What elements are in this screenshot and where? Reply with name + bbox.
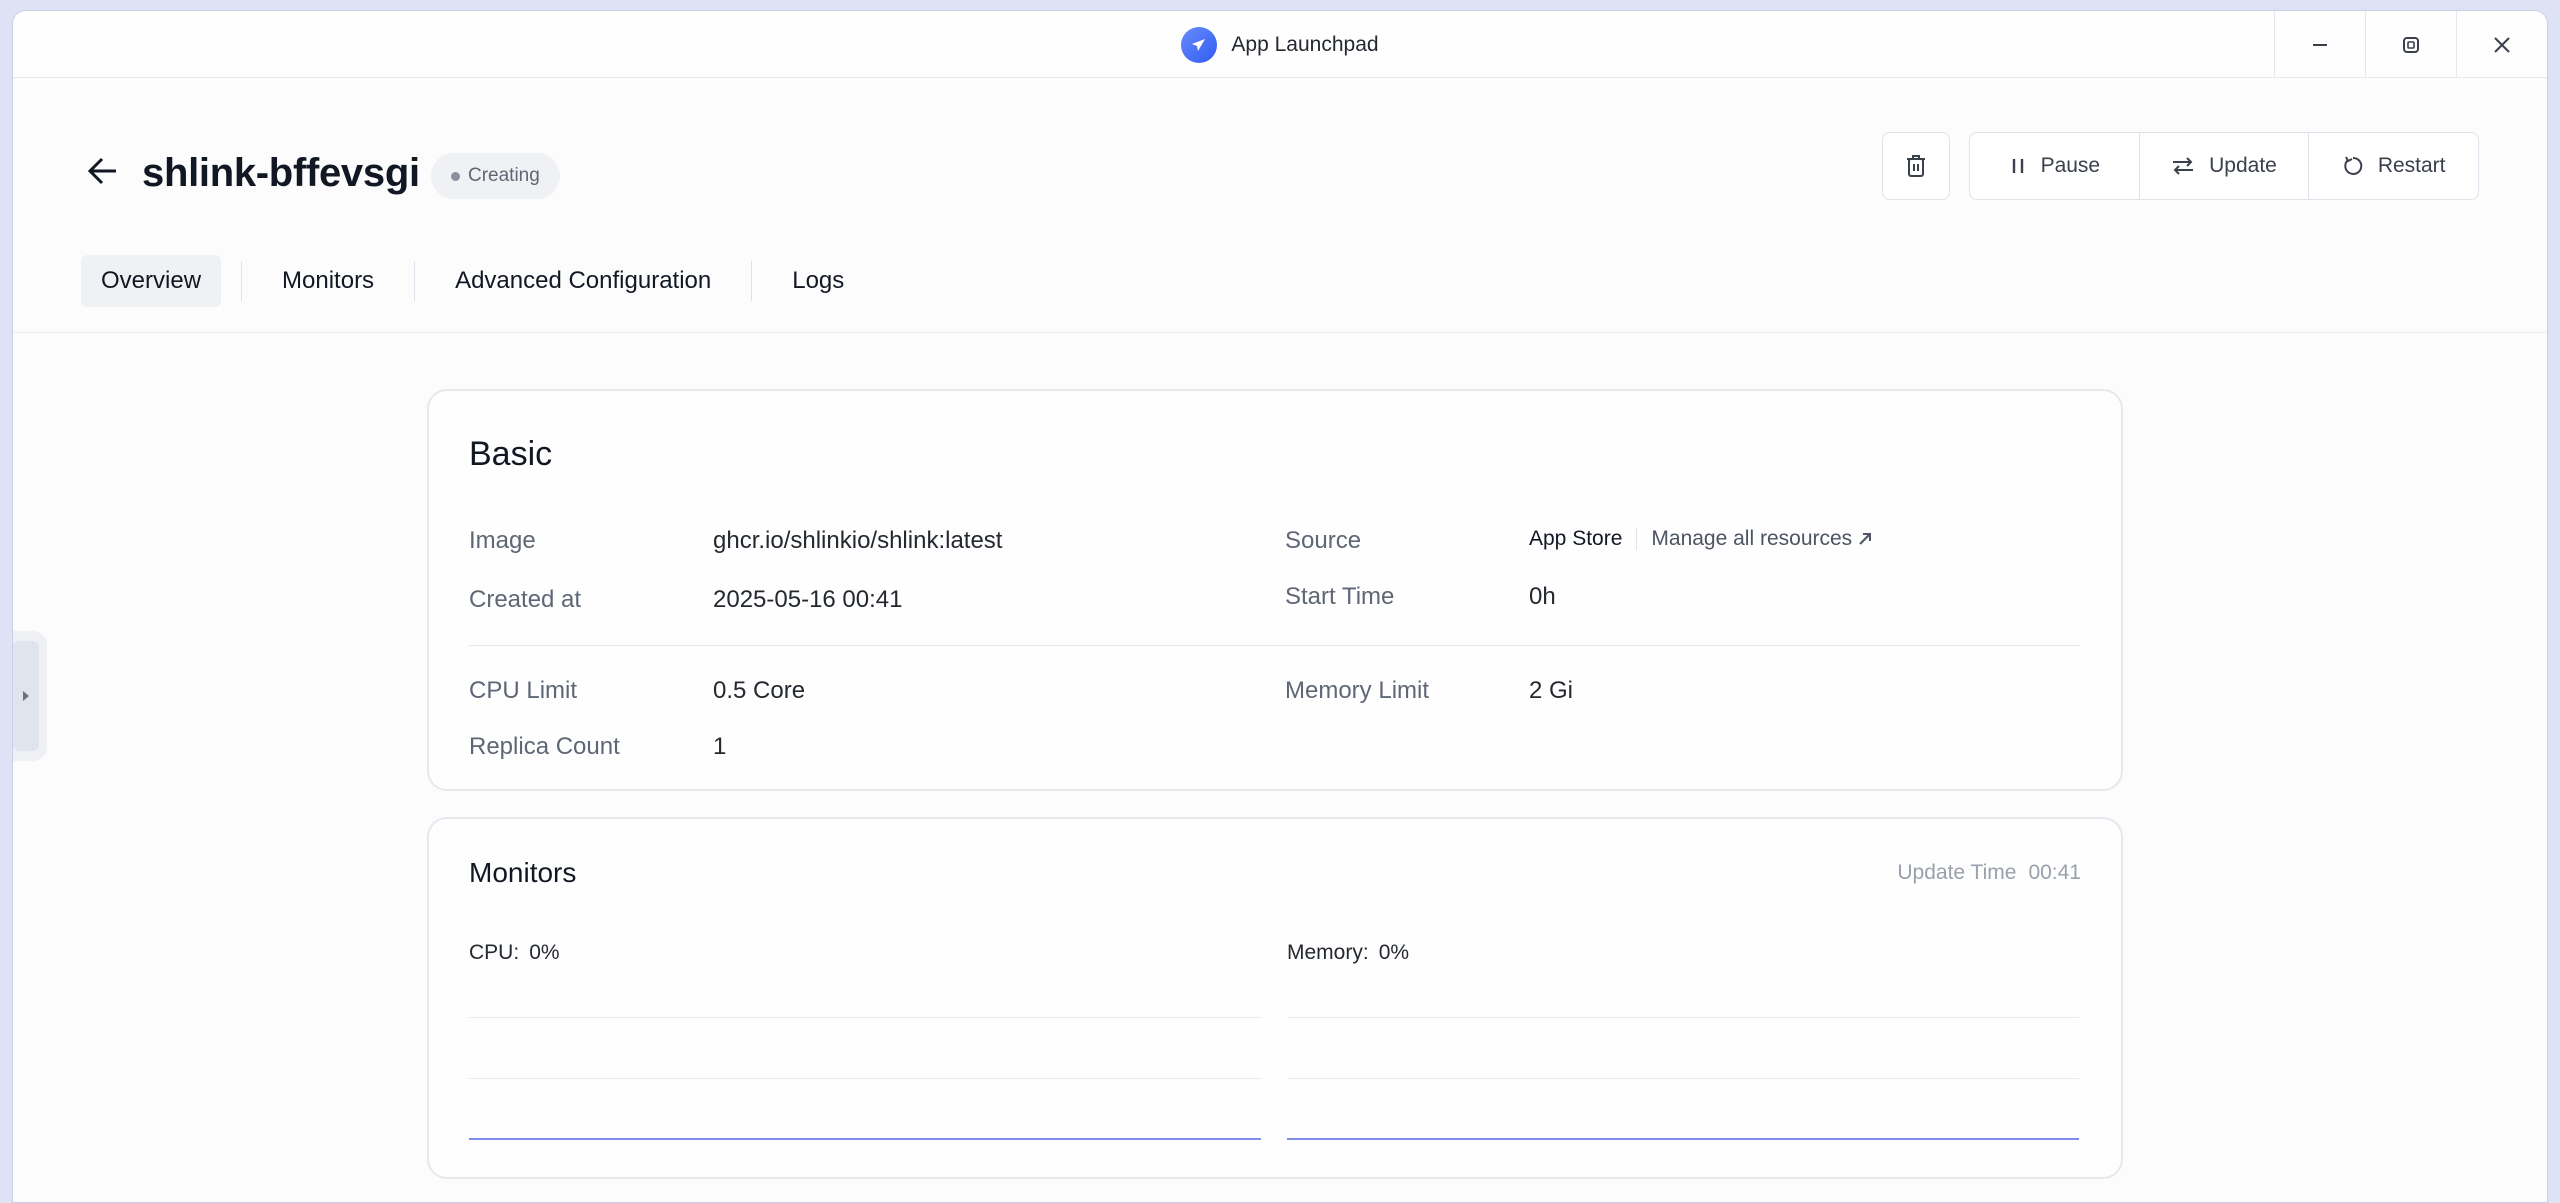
chart-gridline <box>469 1078 1261 1079</box>
replica-count-value: 1 <box>713 733 727 760</box>
restore-icon <box>2403 36 2419 53</box>
minimize-icon <box>2313 43 2327 46</box>
update-time-label: Update Time <box>1897 861 2017 884</box>
image-value: ghcr.io/shlinkio/shlink:latest <box>713 527 1003 554</box>
tab-logs[interactable]: Logs <box>772 255 864 307</box>
window-title: App Launchpad <box>1231 32 1379 56</box>
memory-series-line <box>1287 1138 2079 1140</box>
memory-chart <box>1287 979 2079 1140</box>
swap-icon <box>2173 157 2194 175</box>
cpu-limit-label: CPU Limit <box>469 677 578 704</box>
app-actions: Pause Update Restart <box>1969 132 2479 200</box>
cpu-metric-label: CPU: <box>469 941 520 964</box>
chart-gridline <box>469 1017 1261 1018</box>
restart-icon <box>2344 156 2363 175</box>
tab-monitors[interactable]: Monitors <box>262 255 394 307</box>
source-value-group: App Store Manage all resources <box>1529 527 1872 551</box>
title-bar: App Launchpad <box>13 11 2547 78</box>
created-at-value: 2025-05-16 00:41 <box>713 586 903 613</box>
memory-metric-value: 0% <box>1378 941 1410 964</box>
memory-limit-value: 2 Gi <box>1529 677 1574 704</box>
cpu-metric: CPU: 0% <box>469 941 560 965</box>
chart-gridline <box>1287 1078 2079 1079</box>
external-link-icon <box>1859 533 1872 545</box>
pause-label: Pause <box>2040 154 2101 177</box>
window-controls <box>2274 11 2547 78</box>
monitors-title: Monitors <box>469 857 577 888</box>
minimize-button[interactable] <box>2274 11 2365 78</box>
rocket-icon <box>1181 26 1218 63</box>
arrow-left-icon <box>87 157 116 185</box>
restart-button[interactable]: Restart <box>2309 133 2478 199</box>
sidebar-toggle-handle <box>13 641 39 751</box>
source-divider <box>1636 528 1638 550</box>
update-label: Update <box>2209 154 2277 177</box>
created-at-label: Created at <box>469 586 582 613</box>
tab-divider <box>414 261 416 301</box>
tab-divider <box>751 261 753 301</box>
update-time: Update Time 00:41 <box>1897 861 2081 885</box>
memory-limit-label: Memory Limit <box>1285 677 1430 704</box>
image-label: Image <box>469 527 536 554</box>
status-dot <box>451 171 460 181</box>
delete-button[interactable] <box>1882 132 1950 200</box>
status-badge: Creating <box>431 153 560 199</box>
chart-gridline <box>1287 1017 2079 1018</box>
restart-label: Restart <box>2377 154 2446 177</box>
basic-card: Basic Image ghcr.io/shlinkio/shlink:late… <box>427 389 2123 791</box>
section-divider <box>469 645 2081 646</box>
caret-right-icon <box>23 691 29 701</box>
tabs-divider <box>13 332 2547 333</box>
tab-bar: Overview Monitors Advanced Configuration… <box>81 255 864 307</box>
pause-icon <box>2012 159 2023 173</box>
window-title-group: App Launchpad <box>13 11 2547 78</box>
source-value: App Store <box>1529 527 1623 550</box>
tab-overview[interactable]: Overview <box>81 255 222 307</box>
app-window: App Launchpad shlink-bffevsgi Creating P… <box>12 10 2548 1203</box>
monitors-card: Monitors Update Time 00:41 CPU: 0% Memor… <box>427 817 2123 1179</box>
start-time-label: Start Time <box>1285 583 1395 610</box>
back-button[interactable] <box>83 151 123 191</box>
cpu-limit-value: 0.5 Core <box>713 677 806 704</box>
sidebar-toggle[interactable] <box>13 631 47 761</box>
cpu-chart <box>469 979 1261 1140</box>
cpu-metric-value: 0% <box>529 941 560 964</box>
update-time-value: 00:41 <box>2028 861 2081 884</box>
page-title: shlink-bffevsgi <box>142 151 420 195</box>
trash-icon <box>1907 155 1925 177</box>
start-time-value: 0h <box>1529 583 1556 610</box>
tab-advanced-configuration[interactable]: Advanced Configuration <box>435 255 731 307</box>
memory-metric: Memory: 0% <box>1287 941 1409 965</box>
pause-button[interactable]: Pause <box>1970 133 2140 199</box>
replica-count-label: Replica Count <box>469 733 620 760</box>
close-button[interactable] <box>2456 11 2547 78</box>
source-label: Source <box>1285 527 1362 554</box>
tab-divider <box>241 261 243 301</box>
basic-title: Basic <box>469 435 553 473</box>
status-label: Creating <box>468 165 540 186</box>
restore-button[interactable] <box>2365 11 2456 78</box>
manage-resources-link[interactable]: Manage all resources <box>1651 527 1872 551</box>
memory-metric-label: Memory: <box>1287 941 1369 964</box>
cpu-series-line <box>469 1138 1261 1140</box>
update-button[interactable]: Update <box>2140 133 2310 199</box>
manage-resources-label: Manage all resources <box>1651 527 1853 550</box>
close-icon <box>2494 36 2510 53</box>
